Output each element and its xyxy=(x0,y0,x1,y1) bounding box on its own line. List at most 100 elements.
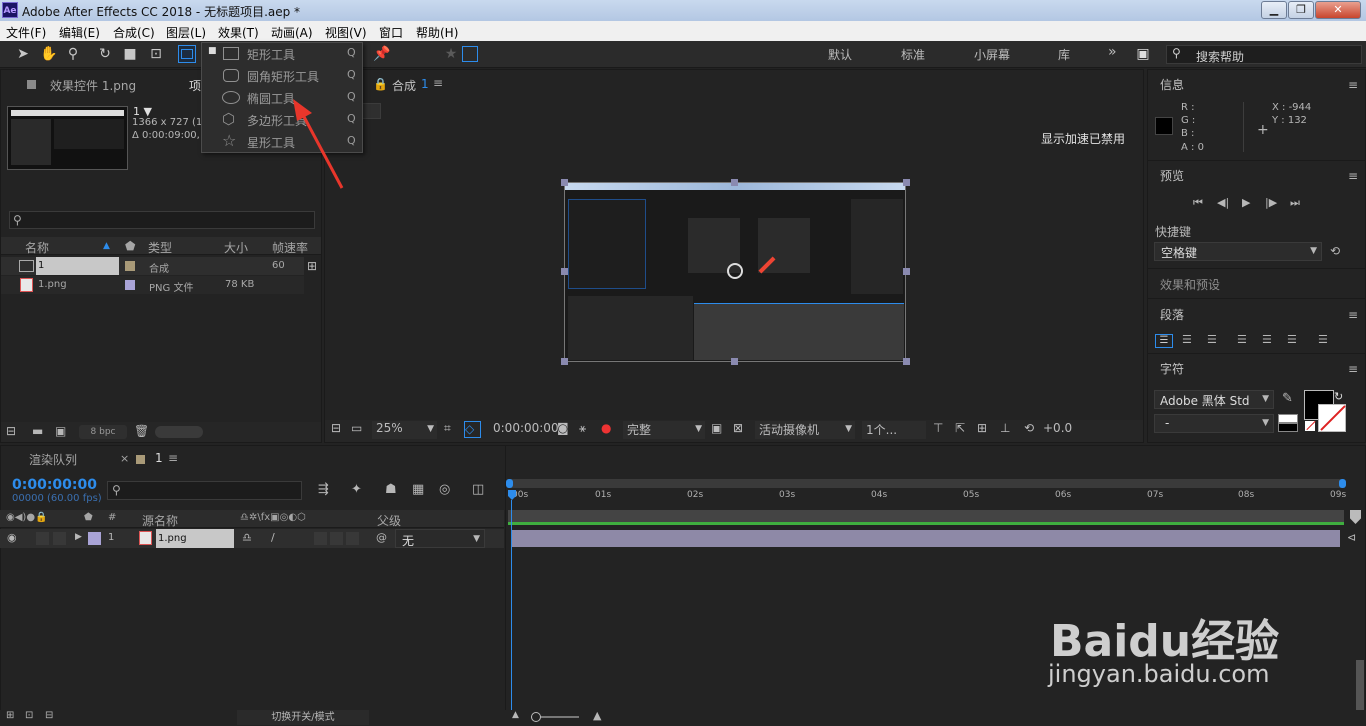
timeline-timecode[interactable]: 0:00:00:00 xyxy=(12,477,97,493)
work-area-end[interactable] xyxy=(1339,479,1346,488)
timeline-scrollbar[interactable] xyxy=(1356,660,1364,710)
switch-box[interactable] xyxy=(314,532,327,545)
motion-blur-icon[interactable]: ◎ xyxy=(439,482,450,497)
effects-presets-title[interactable]: 效果和预设 xyxy=(1160,276,1220,293)
panel-menu-icon[interactable]: ≡ xyxy=(433,76,443,90)
swap-colors-icon[interactable]: ↻ xyxy=(1334,390,1343,403)
menu-item-rounded-rectangle[interactable]: 圆角矩形工具 Q xyxy=(202,65,362,87)
menu-animation[interactable]: 动画(A) xyxy=(271,24,313,41)
last-frame-icon[interactable]: ⏭ xyxy=(1290,196,1300,210)
transparency-grid-toggle[interactable]: ◇ xyxy=(464,421,481,438)
close-tab-icon[interactable]: × xyxy=(120,452,129,465)
always-preview-icon[interactable]: ⊟ xyxy=(331,421,341,439)
menu-help[interactable]: 帮助(H) xyxy=(416,24,458,41)
draft-3d-icon[interactable]: ✦ xyxy=(351,482,362,497)
puppet-pin-tool-icon[interactable]: 📌 xyxy=(373,45,391,63)
transform-handle[interactable] xyxy=(903,358,910,365)
comp-mini-flowchart-icon[interactable]: ⇶ xyxy=(318,482,329,497)
bpc-button[interactable]: 8 bpc xyxy=(79,425,127,439)
justify-all-icon[interactable]: ☰ xyxy=(1318,333,1328,346)
no-fill-icon[interactable] xyxy=(1305,420,1316,431)
snapping-toggle[interactable] xyxy=(462,46,478,62)
timeline-search-input[interactable]: ⚲ xyxy=(107,481,302,500)
reset-shortcut-icon[interactable]: ⟲ xyxy=(1330,244,1340,258)
lock-icon[interactable]: 🔒 xyxy=(373,77,388,91)
menu-composition[interactable]: 合成(C) xyxy=(113,24,155,41)
menu-layer[interactable]: 图层(L) xyxy=(166,24,206,41)
zoom-out-icon[interactable]: ▲ xyxy=(512,710,519,720)
hand-tool-icon[interactable]: ✋ xyxy=(40,45,58,63)
black-swatch[interactable] xyxy=(1278,423,1298,432)
menu-effect[interactable]: 效果(T) xyxy=(218,24,259,41)
menu-window[interactable]: 窗口 xyxy=(379,24,403,41)
views-select[interactable]: 1个... xyxy=(862,421,926,439)
toggle-pixel-aspect-icon[interactable]: ⊤ xyxy=(933,421,943,439)
safe-zones-icon[interactable]: ⌗ xyxy=(444,421,451,439)
panel-menu-icon[interactable]: ≡ xyxy=(1348,308,1358,322)
exposure-value[interactable]: +0.0 xyxy=(1043,421,1072,439)
png-name[interactable]: 1.png xyxy=(38,279,67,290)
col-size[interactable]: 大小 xyxy=(224,239,248,256)
layer-switches-pane-icon[interactable]: ⊞ xyxy=(6,710,14,721)
align-right-icon[interactable]: ☰ xyxy=(1207,333,1217,346)
pan-behind-tool-icon[interactable]: ⊡ xyxy=(147,45,165,63)
play-icon[interactable]: ▶ xyxy=(1242,196,1250,209)
region-of-interest-icon[interactable]: ▣ xyxy=(711,421,722,439)
align-center-icon[interactable]: ☰ xyxy=(1182,333,1192,346)
reset-exposure-icon[interactable]: ⟲ xyxy=(1024,421,1034,439)
info-panel-title[interactable]: 信息 xyxy=(1160,76,1184,93)
transform-handle[interactable] xyxy=(731,179,738,186)
label-color[interactable] xyxy=(125,261,135,271)
col-name[interactable]: 名称 xyxy=(25,239,49,256)
justify-left-icon[interactable]: ☰ xyxy=(1237,333,1247,346)
audio-toggle[interactable] xyxy=(36,532,49,545)
layer-label-color[interactable] xyxy=(88,532,101,545)
transform-handle[interactable] xyxy=(903,179,910,186)
comp-marker-bin-icon[interactable]: ⊲ xyxy=(1347,531,1356,544)
eyedropper-icon[interactable]: ✎ xyxy=(1282,391,1293,406)
fast-previews-icon[interactable]: ⇱ xyxy=(955,421,965,439)
frame-blending-icon[interactable]: ▦ xyxy=(412,482,424,497)
transform-handle[interactable] xyxy=(731,358,738,365)
flowchart-icon[interactable]: ⊞ xyxy=(307,259,317,273)
anchor-point-icon[interactable] xyxy=(727,263,743,279)
expand-arrow-icon[interactable]: ▶ xyxy=(75,532,82,542)
font-family-select[interactable]: Adobe 黑体 Std ▼ xyxy=(1154,390,1274,409)
switch-box[interactable] xyxy=(346,532,359,545)
rotate-tool-icon[interactable]: ↻ xyxy=(96,45,114,63)
project-search-input[interactable]: ⚲ xyxy=(9,211,315,229)
workspace-library[interactable]: 库 xyxy=(1058,46,1070,63)
col-source-name[interactable]: 源名称 xyxy=(142,512,178,529)
project-row-png[interactable]: 1.png PNG 文件 78 KB xyxy=(1,276,304,294)
menu-item-rectangle[interactable]: ■ 矩形工具 Q xyxy=(202,43,362,65)
color-channel-icon[interactable]: ● xyxy=(601,421,611,439)
modes-pane-icon[interactable]: ⊡ xyxy=(25,710,33,721)
tab-effect-controls[interactable]: 效果控件 1.png xyxy=(50,77,136,94)
character-panel-title[interactable]: 字符 xyxy=(1160,360,1184,377)
workspace-default[interactable]: 默认 xyxy=(828,46,852,63)
paragraph-panel-title[interactable]: 段落 xyxy=(1160,306,1184,323)
selection-tool-icon[interactable]: ➤ xyxy=(14,45,32,63)
eye-icon[interactable]: ◉ xyxy=(7,531,17,544)
project-row-comp[interactable]: 1 合成 60 xyxy=(1,257,304,275)
tab-render-queue[interactable]: 渲染队列 xyxy=(29,451,77,468)
justify-center-icon[interactable]: ☰ xyxy=(1262,333,1272,346)
toggle-switches-modes-button[interactable]: 切换开关/模式 xyxy=(237,710,369,725)
graph-editor-icon[interactable]: ◫ xyxy=(472,482,484,497)
align-left-icon[interactable]: ☰ xyxy=(1155,334,1173,348)
white-swatch[interactable] xyxy=(1278,414,1298,423)
zoom-select[interactable]: 25% ▼ xyxy=(372,421,437,439)
workspace-small-screen[interactable]: 小屏幕 xyxy=(974,46,1010,63)
panel-menu-icon[interactable]: ≡ xyxy=(168,451,178,465)
panel-menu-icon[interactable]: ≡ xyxy=(1348,169,1358,183)
workspace-more-button[interactable]: » xyxy=(1108,44,1117,60)
justify-right-icon[interactable]: ☰ xyxy=(1287,333,1297,346)
close-button[interactable]: ✕ xyxy=(1315,1,1361,19)
sync-settings-icon[interactable]: ▣ xyxy=(1134,45,1152,63)
panel-menu-icon[interactable]: ≡ xyxy=(1348,362,1358,376)
new-folder-icon[interactable]: ▬ xyxy=(32,424,43,438)
parent-select[interactable]: 无 ▼ xyxy=(395,529,485,548)
tab-composition[interactable]: 合成 xyxy=(392,77,416,94)
zoom-slider-knob[interactable] xyxy=(531,712,541,722)
col-type[interactable]: 类型 xyxy=(148,239,172,256)
